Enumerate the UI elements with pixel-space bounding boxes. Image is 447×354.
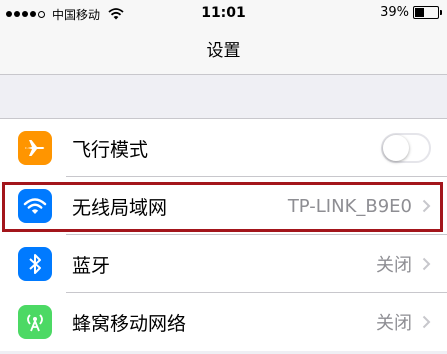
settings-row-cellular[interactable]: 蜂窝移动网络 关闭 — [0, 293, 447, 351]
airplane-mode-toggle[interactable] — [381, 133, 431, 163]
cellular-status-value: 关闭 — [376, 313, 412, 334]
wlan-highlight-box — [2, 182, 443, 232]
battery-icon — [413, 6, 442, 19]
toggle-knob — [383, 135, 409, 161]
settings-row-airplane-mode[interactable]: 飞行模式 — [0, 119, 447, 177]
bluetooth-icon — [18, 247, 52, 281]
page-title: 设置 — [206, 41, 241, 61]
cellular-antenna-icon — [18, 305, 52, 339]
chevron-right-icon — [422, 315, 431, 329]
chevron-right-icon — [422, 257, 431, 271]
navigation-bar: 设置 — [0, 28, 447, 75]
battery-status: 39% — [380, 5, 442, 20]
settings-row-label: 蜂窝移动网络 — [72, 312, 187, 335]
settings-row-label: 飞行模式 — [72, 138, 149, 161]
airplane-icon — [18, 131, 52, 165]
battery-fill — [415, 8, 424, 17]
settings-row-bluetooth[interactable]: 蓝牙 关闭 — [0, 235, 447, 293]
battery-percent: 39% — [380, 5, 409, 20]
status-bar: 中国移动 11:01 39% — [0, 0, 447, 28]
settings-row-label: 蓝牙 — [72, 254, 111, 277]
settings-list: 飞行模式 无线局域网 TP-LINK_B9E0 蓝牙 关闭 蜂窝移动网络 关闭 — [0, 118, 447, 351]
bluetooth-status-value: 关闭 — [376, 255, 412, 276]
